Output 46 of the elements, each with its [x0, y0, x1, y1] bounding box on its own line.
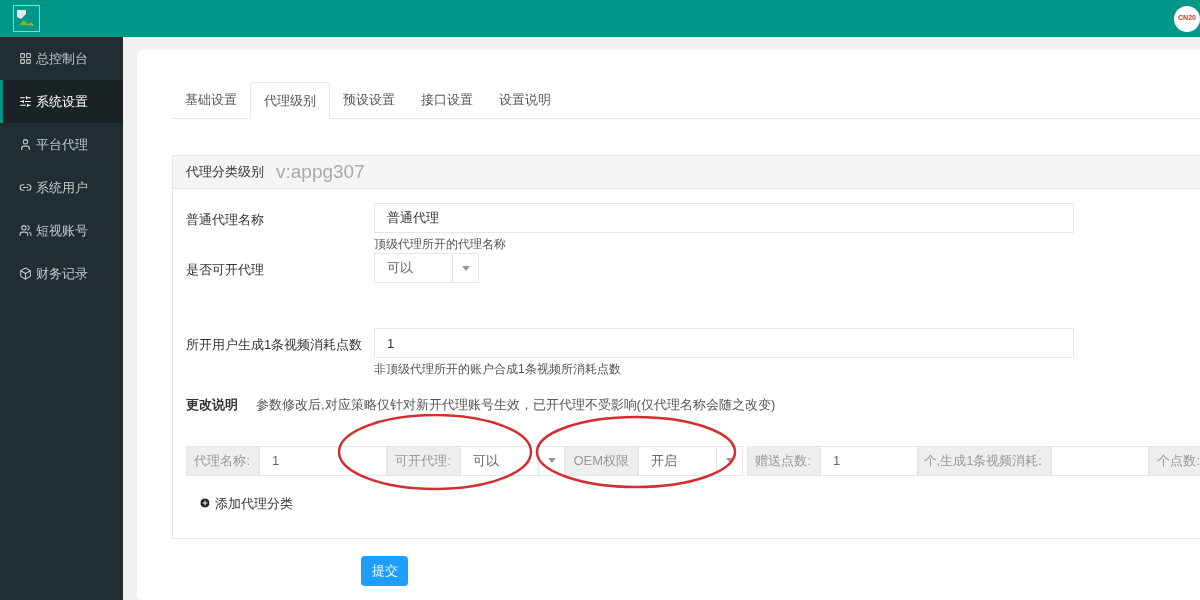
input-field[interactable]: 1 — [820, 445, 918, 476]
users-icon — [19, 224, 32, 237]
field-label: OEM权限 — [565, 445, 638, 476]
link-icon — [19, 181, 32, 194]
input-field[interactable]: 1 — [259, 445, 387, 476]
caret-icon — [461, 265, 470, 271]
add-category-button[interactable]: 添加代理分类 — [199, 493, 293, 513]
panel-title: 代理分类级别 — [186, 163, 264, 182]
select-field[interactable]: 可以 — [460, 445, 565, 476]
select-field[interactable]: 开启 — [638, 445, 743, 476]
tab[interactable]: 基础设置 — [172, 82, 250, 118]
user-icon — [19, 138, 32, 151]
input-field[interactable]: 1 — [374, 328, 1074, 358]
sidebar-item[interactable]: 总控制台 — [0, 37, 123, 80]
field-label: 可开代理: — [387, 445, 460, 476]
sidebar-item[interactable]: 系统用户 — [0, 166, 123, 209]
field-label: 普通代理名称 — [186, 211, 265, 229]
field-label: 个点数: — [1149, 445, 1200, 476]
hint-text: 非顶级代理所开的账户合成1条视频所消耗点数 — [374, 361, 622, 378]
tab[interactable]: 代理级别 — [250, 82, 330, 119]
box-icon — [19, 267, 32, 280]
note-label: 更改说明 — [186, 396, 238, 414]
sidebar-item[interactable]: 系统设置 — [0, 80, 123, 123]
sidebar-item[interactable]: 财务记录 — [0, 252, 123, 295]
sidebar-item[interactable]: 短视账号 — [0, 209, 123, 252]
watermark-text: v:appg307 — [276, 159, 365, 184]
tab[interactable]: 预设设置 — [330, 82, 408, 118]
caret-icon — [725, 458, 734, 463]
sidebar-item[interactable]: 平台代理 — [0, 123, 123, 166]
input-field[interactable]: 普通代理 — [374, 203, 1074, 233]
select-field[interactable]: 可以 — [374, 253, 479, 283]
hint-text: 顶级代理所开的代理名称 — [374, 236, 507, 253]
tab[interactable]: 设置说明 — [486, 82, 564, 118]
caret-icon — [547, 458, 556, 463]
broken-image-icon — [13, 5, 40, 32]
sliders-icon — [19, 95, 32, 108]
grid-icon — [19, 52, 32, 65]
field-label: 赠送点数: — [747, 445, 820, 476]
note-text: 参数修改后,对应策略仅针对新开代理账号生效，已开代理不受影响(仅代理名称会随之改变) — [256, 396, 776, 414]
field-label: 所开用户生成1条视频消耗点数 — [186, 336, 364, 354]
field-label: 代理名称: — [186, 445, 259, 476]
tab[interactable]: 接口设置 — [408, 82, 486, 118]
plus-icon — [199, 497, 211, 510]
field-label: 个,生成1条视频消耗: — [918, 445, 1051, 476]
input-field[interactable] — [1051, 445, 1149, 476]
field-label: 是否可开代理 — [186, 261, 265, 279]
